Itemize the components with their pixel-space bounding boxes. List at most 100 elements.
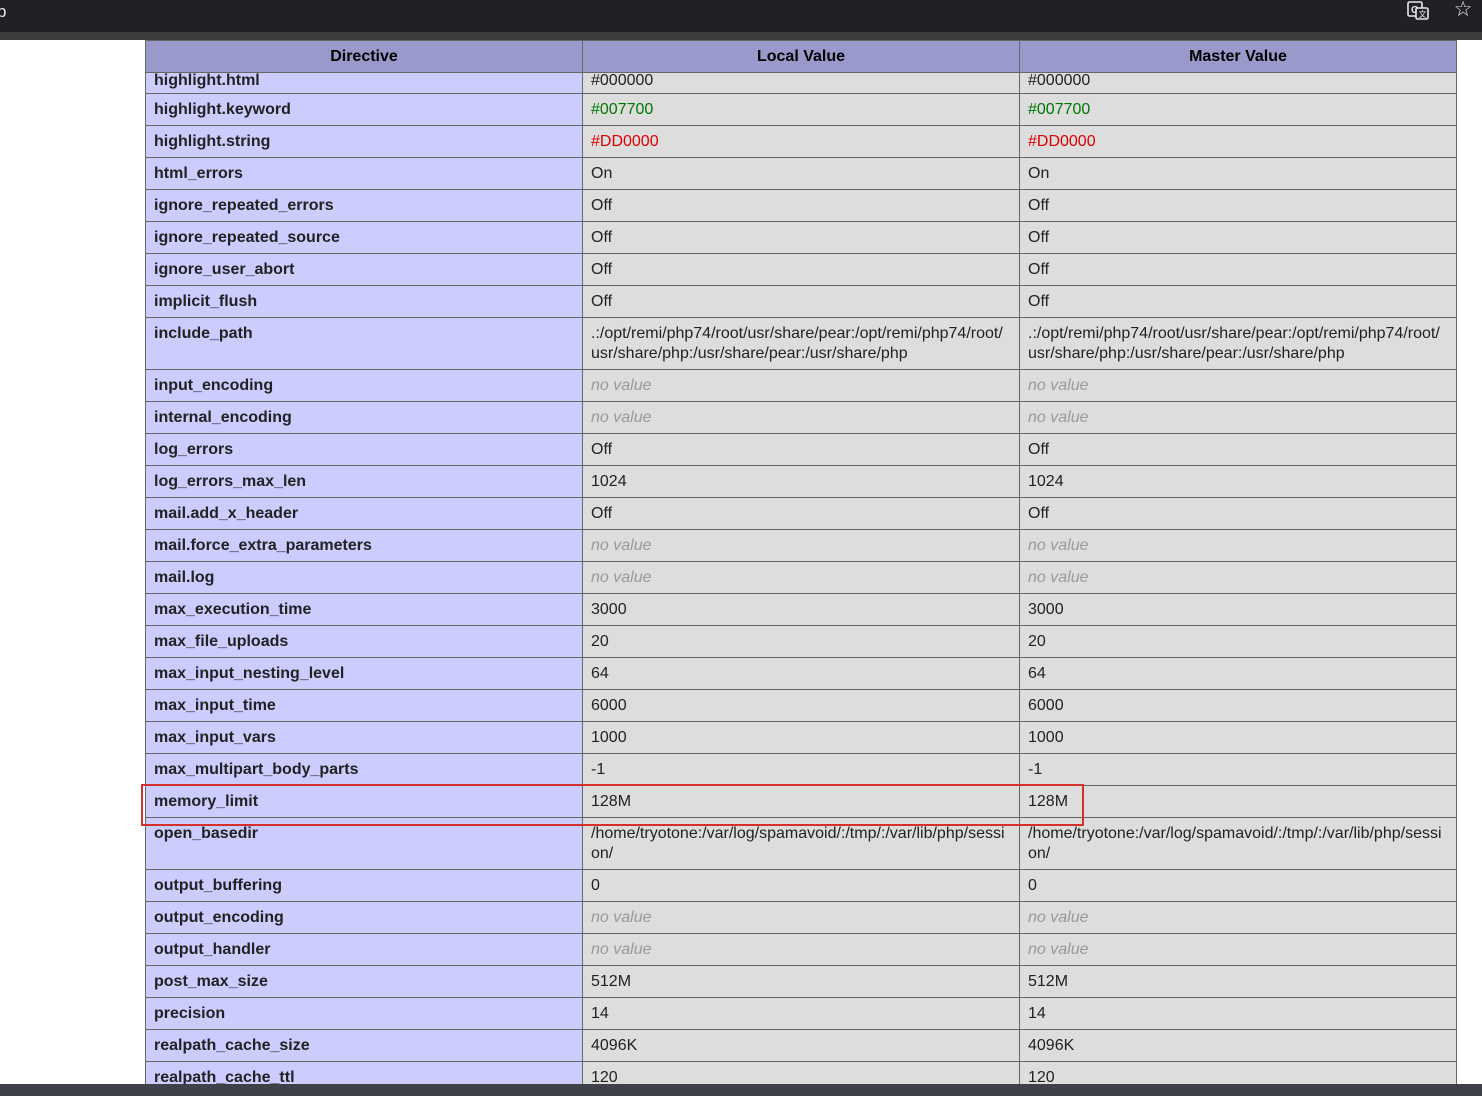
header-local-value: Local Value bbox=[582, 40, 1020, 73]
directive-name: mail.log bbox=[145, 561, 583, 594]
master-value-text: 1024 bbox=[1028, 473, 1064, 490]
master-value: -1 bbox=[1019, 753, 1457, 786]
master-value-text: no value bbox=[1028, 377, 1089, 394]
bottom-bar bbox=[0, 1084, 1482, 1096]
master-value: no value bbox=[1019, 933, 1457, 966]
master-value-text: 64 bbox=[1028, 665, 1046, 682]
master-value-text: 120 bbox=[1028, 1069, 1055, 1084]
master-value-text: 3000 bbox=[1028, 601, 1064, 618]
master-value: 20 bbox=[1019, 625, 1457, 658]
master-value: Off bbox=[1019, 285, 1457, 318]
bookmark-star-icon[interactable]: ☆ bbox=[1450, 0, 1476, 22]
directive-name: precision bbox=[145, 997, 583, 1030]
local-value-text: no value bbox=[591, 569, 652, 586]
master-value: Off bbox=[1019, 189, 1457, 222]
directive-name: post_max_size bbox=[145, 965, 583, 998]
phpinfo-page: Directive Local Value Master Value highl… bbox=[0, 40, 1482, 1084]
master-value-text: Off bbox=[1028, 197, 1050, 214]
master-value-text: 4096K bbox=[1028, 1037, 1075, 1054]
directive-name: html_errors bbox=[145, 157, 583, 190]
local-value: Off bbox=[582, 221, 1020, 254]
master-value: 1000 bbox=[1019, 721, 1457, 754]
table-row: output_encoding no value no value bbox=[145, 901, 1457, 934]
master-value-text: Off bbox=[1028, 229, 1050, 246]
local-value: 512M bbox=[582, 965, 1020, 998]
local-value-text: Off bbox=[591, 197, 613, 214]
table-row: realpath_cache_size 4096K 4096K bbox=[145, 1029, 1457, 1062]
table-row: max_input_nesting_level 64 64 bbox=[145, 657, 1457, 690]
master-value-text: #DD0000 bbox=[1028, 133, 1096, 150]
local-value-text: Off bbox=[591, 505, 613, 522]
local-value: 1000 bbox=[582, 721, 1020, 754]
local-value: Off bbox=[582, 189, 1020, 222]
local-value: Off bbox=[582, 253, 1020, 286]
directive-name: log_errors_max_len bbox=[145, 465, 583, 498]
master-value: 64 bbox=[1019, 657, 1457, 690]
local-value-text: 64 bbox=[591, 665, 609, 682]
local-value-text: /home/tryotone:/var/log/spamavoid/:/tmp/… bbox=[591, 825, 1005, 862]
table-row: max_input_time 6000 6000 bbox=[145, 689, 1457, 722]
directive-name: include_path bbox=[145, 317, 583, 370]
local-value: Off bbox=[582, 433, 1020, 466]
browser-toolbar: p G 文 ☆ bbox=[0, 0, 1482, 32]
master-value: #DD0000 bbox=[1019, 125, 1457, 158]
table-body: highlight.html #000000 #000000 highlight.ke… bbox=[145, 72, 1457, 1084]
directive-name: mail.add_x_header bbox=[145, 497, 583, 530]
local-value-text: 6000 bbox=[591, 697, 627, 714]
local-value: .:/opt/remi/php74/root/usr/share/pear:/o… bbox=[582, 317, 1020, 370]
master-value-text: 1000 bbox=[1028, 729, 1064, 746]
local-value-text: no value bbox=[591, 941, 652, 958]
table-row: max_execution_time 3000 3000 bbox=[145, 593, 1457, 626]
master-value: no value bbox=[1019, 401, 1457, 434]
table-row: log_errors_max_len 1024 1024 bbox=[145, 465, 1457, 498]
master-value: #007700 bbox=[1019, 93, 1457, 126]
translate-icon[interactable]: G 文 bbox=[1406, 0, 1430, 20]
master-value: no value bbox=[1019, 901, 1457, 934]
directive-name: max_multipart_body_parts bbox=[145, 753, 583, 786]
master-value: 4096K bbox=[1019, 1029, 1457, 1062]
master-value-text: no value bbox=[1028, 941, 1089, 958]
local-value: #007700 bbox=[582, 93, 1020, 126]
toolbar-divider bbox=[0, 32, 1482, 40]
master-value-text: #000000 bbox=[1028, 72, 1091, 89]
master-value-text: no value bbox=[1028, 409, 1089, 426]
directive-name: max_input_time bbox=[145, 689, 583, 722]
table-row: log_errors Off Off bbox=[145, 433, 1457, 466]
master-value: 128M bbox=[1019, 785, 1457, 818]
directive-name: implicit_flush bbox=[145, 285, 583, 318]
local-value-text: Off bbox=[591, 441, 613, 458]
local-value: 3000 bbox=[582, 593, 1020, 626]
local-value-text: 3000 bbox=[591, 601, 627, 618]
table-row: max_multipart_body_parts -1 -1 bbox=[145, 753, 1457, 786]
table-header-row: Directive Local Value Master Value bbox=[145, 40, 1457, 73]
master-value-text: Off bbox=[1028, 261, 1050, 278]
local-value: 14 bbox=[582, 997, 1020, 1030]
local-value-text: 0 bbox=[591, 877, 600, 894]
local-value: 64 bbox=[582, 657, 1020, 690]
master-value: Off bbox=[1019, 433, 1457, 466]
master-value: #000000 bbox=[1019, 72, 1457, 94]
local-value-text: -1 bbox=[591, 761, 606, 778]
local-value-text: Off bbox=[591, 261, 613, 278]
ini-directives-table: Directive Local Value Master Value highl… bbox=[145, 40, 1457, 1084]
master-value: no value bbox=[1019, 529, 1457, 562]
local-value: 120 bbox=[582, 1061, 1020, 1084]
local-value-text: no value bbox=[591, 909, 652, 926]
master-value: 0 bbox=[1019, 869, 1457, 902]
master-value: .:/opt/remi/php74/root/usr/share/pear:/o… bbox=[1019, 317, 1457, 370]
local-value: On bbox=[582, 157, 1020, 190]
local-value-text: Off bbox=[591, 229, 613, 246]
table-row: highlight.string #DD0000 #DD0000 bbox=[145, 125, 1457, 158]
tab-title-fragment[interactable]: p bbox=[0, 2, 6, 22]
master-value: On bbox=[1019, 157, 1457, 190]
local-value: 4096K bbox=[582, 1029, 1020, 1062]
master-value-text: no value bbox=[1028, 569, 1089, 586]
memory-limit-highlight-box bbox=[141, 784, 1084, 826]
directive-name: max_file_uploads bbox=[145, 625, 583, 658]
table-row: realpath_cache_ttl 120 120 bbox=[145, 1061, 1457, 1084]
directive-name: output_encoding bbox=[145, 901, 583, 934]
master-value-text: Off bbox=[1028, 441, 1050, 458]
table-row: highlight.html #000000 #000000 bbox=[145, 72, 1457, 94]
local-value: 0 bbox=[582, 869, 1020, 902]
table-row: html_errors On On bbox=[145, 157, 1457, 190]
